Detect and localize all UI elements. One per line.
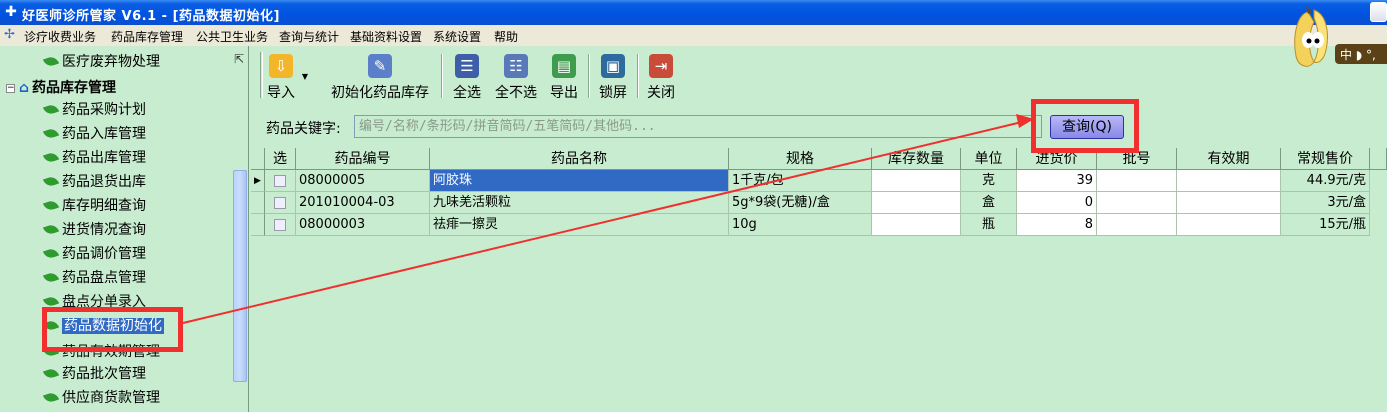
annotation-arrow [182,114,1034,324]
